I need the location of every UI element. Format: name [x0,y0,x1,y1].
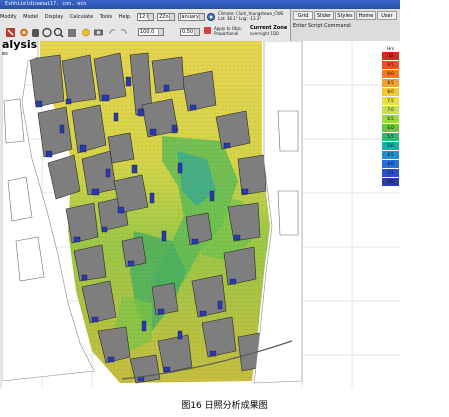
window-title-bar: Eshhiieldinanai17. cnn. ecn [0,0,400,9]
hand-tool-icon[interactable] [32,29,39,37]
camera-icon[interactable] [94,29,103,36]
legend-level: 8.5 [382,79,399,87]
menu-help[interactable]: Help [119,12,130,22]
orbit-tool-icon[interactable] [42,27,52,38]
redo-icon[interactable] [120,29,127,35]
step-input[interactable]: 100.0 [138,28,164,36]
tab-user[interactable]: User [377,11,397,20]
menu-tools[interactable]: Tools [100,12,112,22]
legend-level: 10 [382,52,399,60]
sun-clock-icon[interactable] [207,13,215,21]
legend-level: 6.0 [382,124,399,132]
menu-calculate[interactable]: Calculate [70,12,93,22]
site-analysis-map [2,41,400,388]
script-panel: Grid Slider Styles Home User Enter Scrip… [290,9,400,41]
sun-path-icon[interactable] [82,28,90,37]
time-select[interactable]: 12:00 [137,13,154,21]
model-viewport[interactable] [2,41,400,388]
color-swatch-icon[interactable] [204,27,211,34]
legend-level: 3.5 [382,169,399,177]
legend-level: 9.0 [382,70,399,78]
legend-level: 3.0 [382,178,399,186]
tab-grid[interactable]: Grid [293,11,313,20]
legend-level: 9.5 [382,61,399,69]
zoom-tool-icon[interactable] [53,27,64,38]
script-command-prompt[interactable]: Enter Script Command: [293,23,351,29]
legend-scale: 10 9.5 9.0 8.5 8.0 7.5 7.0 6.5 6.0 5.5 5.0 4.5 4.0 3.… [381,52,400,186]
legend-level: 5.5 [382,133,399,141]
climate-coords: Lat: 38.1° Lng: -13.3° [218,16,262,21]
legend-level: 6.5 [382,115,399,123]
step2-input[interactable]: 0.50 [180,28,200,36]
view-title: alysis [2,38,38,51]
proportional-label: Proportional [214,31,239,36]
menu-modify[interactable]: Modify [0,12,17,22]
day-select[interactable]: 22nd [157,13,175,21]
view-subtitle: es [2,51,8,57]
legend-level: 7.0 [382,106,399,114]
select-tool-icon[interactable] [6,28,15,37]
legend-level: 4.0 [382,160,399,168]
zone-sub-label: overnight 1DD [250,31,280,36]
pan-tool-icon[interactable] [68,29,76,37]
menu-model[interactable]: Model [23,12,38,22]
climate-info: Climate: Clark_Youngstown_CWE Lat: 38.1°… [218,11,288,21]
legend-level: 8.0 [382,88,399,96]
tab-slider[interactable]: Slider [314,11,334,20]
month-select[interactable]: January [178,13,205,21]
color-legend: Hrs 10 9.5 9.0 8.5 8.0 7.5 7.0 6.5 6.0 5.5 5.0 4.5 4… [381,46,400,187]
apply-info: Apply to Objs: Proportional [214,26,242,36]
app-window: Eshhiieldinanai17. cnn. ecn Modify Model… [0,0,400,388]
legend-level: 7.5 [382,97,399,105]
legend-level: 5.0 [382,142,399,150]
undo-icon[interactable] [109,29,116,35]
tab-home[interactable]: Home [356,11,376,20]
figure-caption: 图16 日照分析成果图 [181,401,268,411]
menu-display[interactable]: Display [45,12,63,22]
tab-styles[interactable]: Styles [335,11,355,20]
snap-tool-icon[interactable] [20,28,28,37]
legend-level: 4.5 [382,151,399,159]
